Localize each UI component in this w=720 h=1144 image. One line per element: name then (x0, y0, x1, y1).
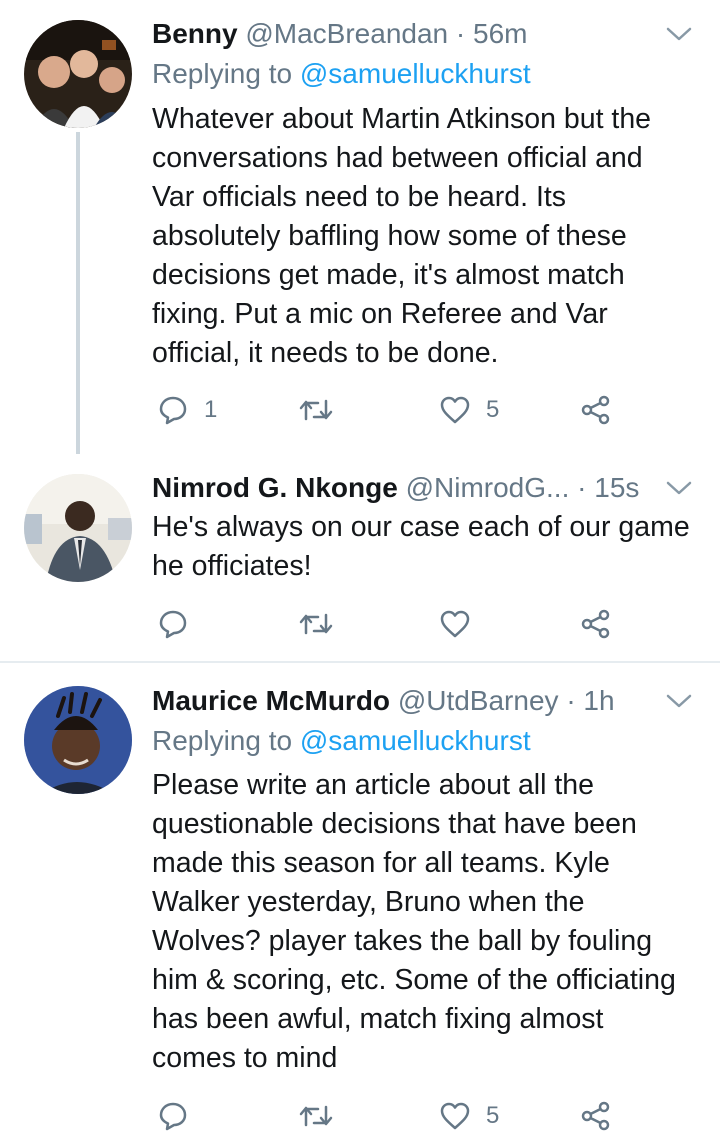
tweet-nimrod[interactable]: Nimrod G. Nkonge @NimrodG... · 15s He's … (0, 460, 720, 662)
like-count: 5 (486, 1102, 500, 1129)
retweet-icon (299, 1105, 333, 1127)
heart-icon (440, 1102, 470, 1130)
display-name[interactable]: Nimrod G. Nkonge (152, 472, 398, 503)
retweet-button[interactable] (298, 604, 350, 644)
chevron-down-icon[interactable] (666, 26, 692, 42)
replying-to: Replying to @samuelluckhurst (152, 56, 531, 92)
replying-to-label: Replying to (152, 58, 293, 89)
username[interactable]: @NimrodG... (406, 472, 570, 503)
tweet-text: Whatever about Martin Atkinson but the c… (152, 103, 652, 369)
reply-button[interactable]: 1 (158, 390, 217, 430)
tweet-header: Maurice McMurdo @UtdBarney · 1h (152, 683, 660, 719)
tweet-header: Benny @MacBreandan · 56m (152, 16, 660, 52)
username[interactable]: @MacBreandan (245, 18, 448, 49)
retweet-button[interactable] (298, 1096, 350, 1136)
tweet-maurice[interactable]: Maurice McMurdo @UtdBarney · 1h Replying… (0, 663, 720, 1144)
reply-icon (159, 396, 187, 425)
avatar[interactable] (24, 686, 132, 794)
retweet-icon (299, 613, 333, 635)
display-name[interactable]: Maurice McMurdo (152, 685, 390, 716)
replying-to: Replying to @samuelluckhurst (152, 723, 531, 759)
tweet-text: Please write an article about all the qu… (152, 769, 676, 1074)
share-icon (581, 1101, 610, 1131)
reply-button[interactable] (158, 604, 204, 644)
timestamp[interactable]: 15s (594, 472, 639, 503)
like-count: 5 (486, 396, 500, 423)
reply-icon (159, 1102, 187, 1131)
avatar[interactable] (24, 20, 132, 128)
display-name[interactable]: Benny (152, 18, 238, 49)
separator: · (566, 685, 576, 716)
like-button[interactable] (440, 604, 486, 644)
tweet-actions: 5 (152, 1096, 652, 1136)
timestamp[interactable]: 1h (583, 685, 614, 716)
share-icon (581, 609, 610, 639)
reply-icon (159, 610, 187, 639)
like-button[interactable]: 5 (440, 1096, 499, 1136)
tweet-benny[interactable]: Benny @MacBreandan · 56m Replying to @sa… (0, 0, 720, 460)
share-icon (581, 395, 610, 425)
mention-link[interactable]: @samuelluckhurst (300, 725, 531, 756)
heart-icon (440, 396, 470, 424)
share-button[interactable] (580, 1096, 612, 1136)
reply-count: 1 (204, 396, 218, 423)
separator: · (577, 472, 587, 503)
tweet-text: He's always on our case each of our game… (152, 511, 690, 582)
reply-button[interactable] (158, 1096, 204, 1136)
retweet-icon (299, 399, 333, 421)
tweet-actions (152, 604, 652, 644)
timestamp[interactable]: 56m (473, 18, 527, 49)
replying-to-label: Replying to (152, 725, 293, 756)
like-button[interactable]: 5 (440, 390, 499, 430)
share-button[interactable] (580, 604, 612, 644)
chevron-down-icon[interactable] (666, 693, 692, 709)
chevron-down-icon[interactable] (666, 480, 692, 496)
tweet-header: Nimrod G. Nkonge @NimrodG... · 15s (152, 470, 660, 506)
retweet-button[interactable] (298, 390, 350, 430)
avatar[interactable] (24, 474, 132, 582)
thread-line (76, 132, 80, 454)
mention-link[interactable]: @samuelluckhurst (300, 58, 531, 89)
share-button[interactable] (580, 390, 612, 430)
tweet-actions: 1 5 (152, 390, 652, 430)
username[interactable]: @UtdBarney (398, 685, 559, 716)
separator: · (455, 18, 466, 49)
heart-icon (440, 610, 470, 638)
